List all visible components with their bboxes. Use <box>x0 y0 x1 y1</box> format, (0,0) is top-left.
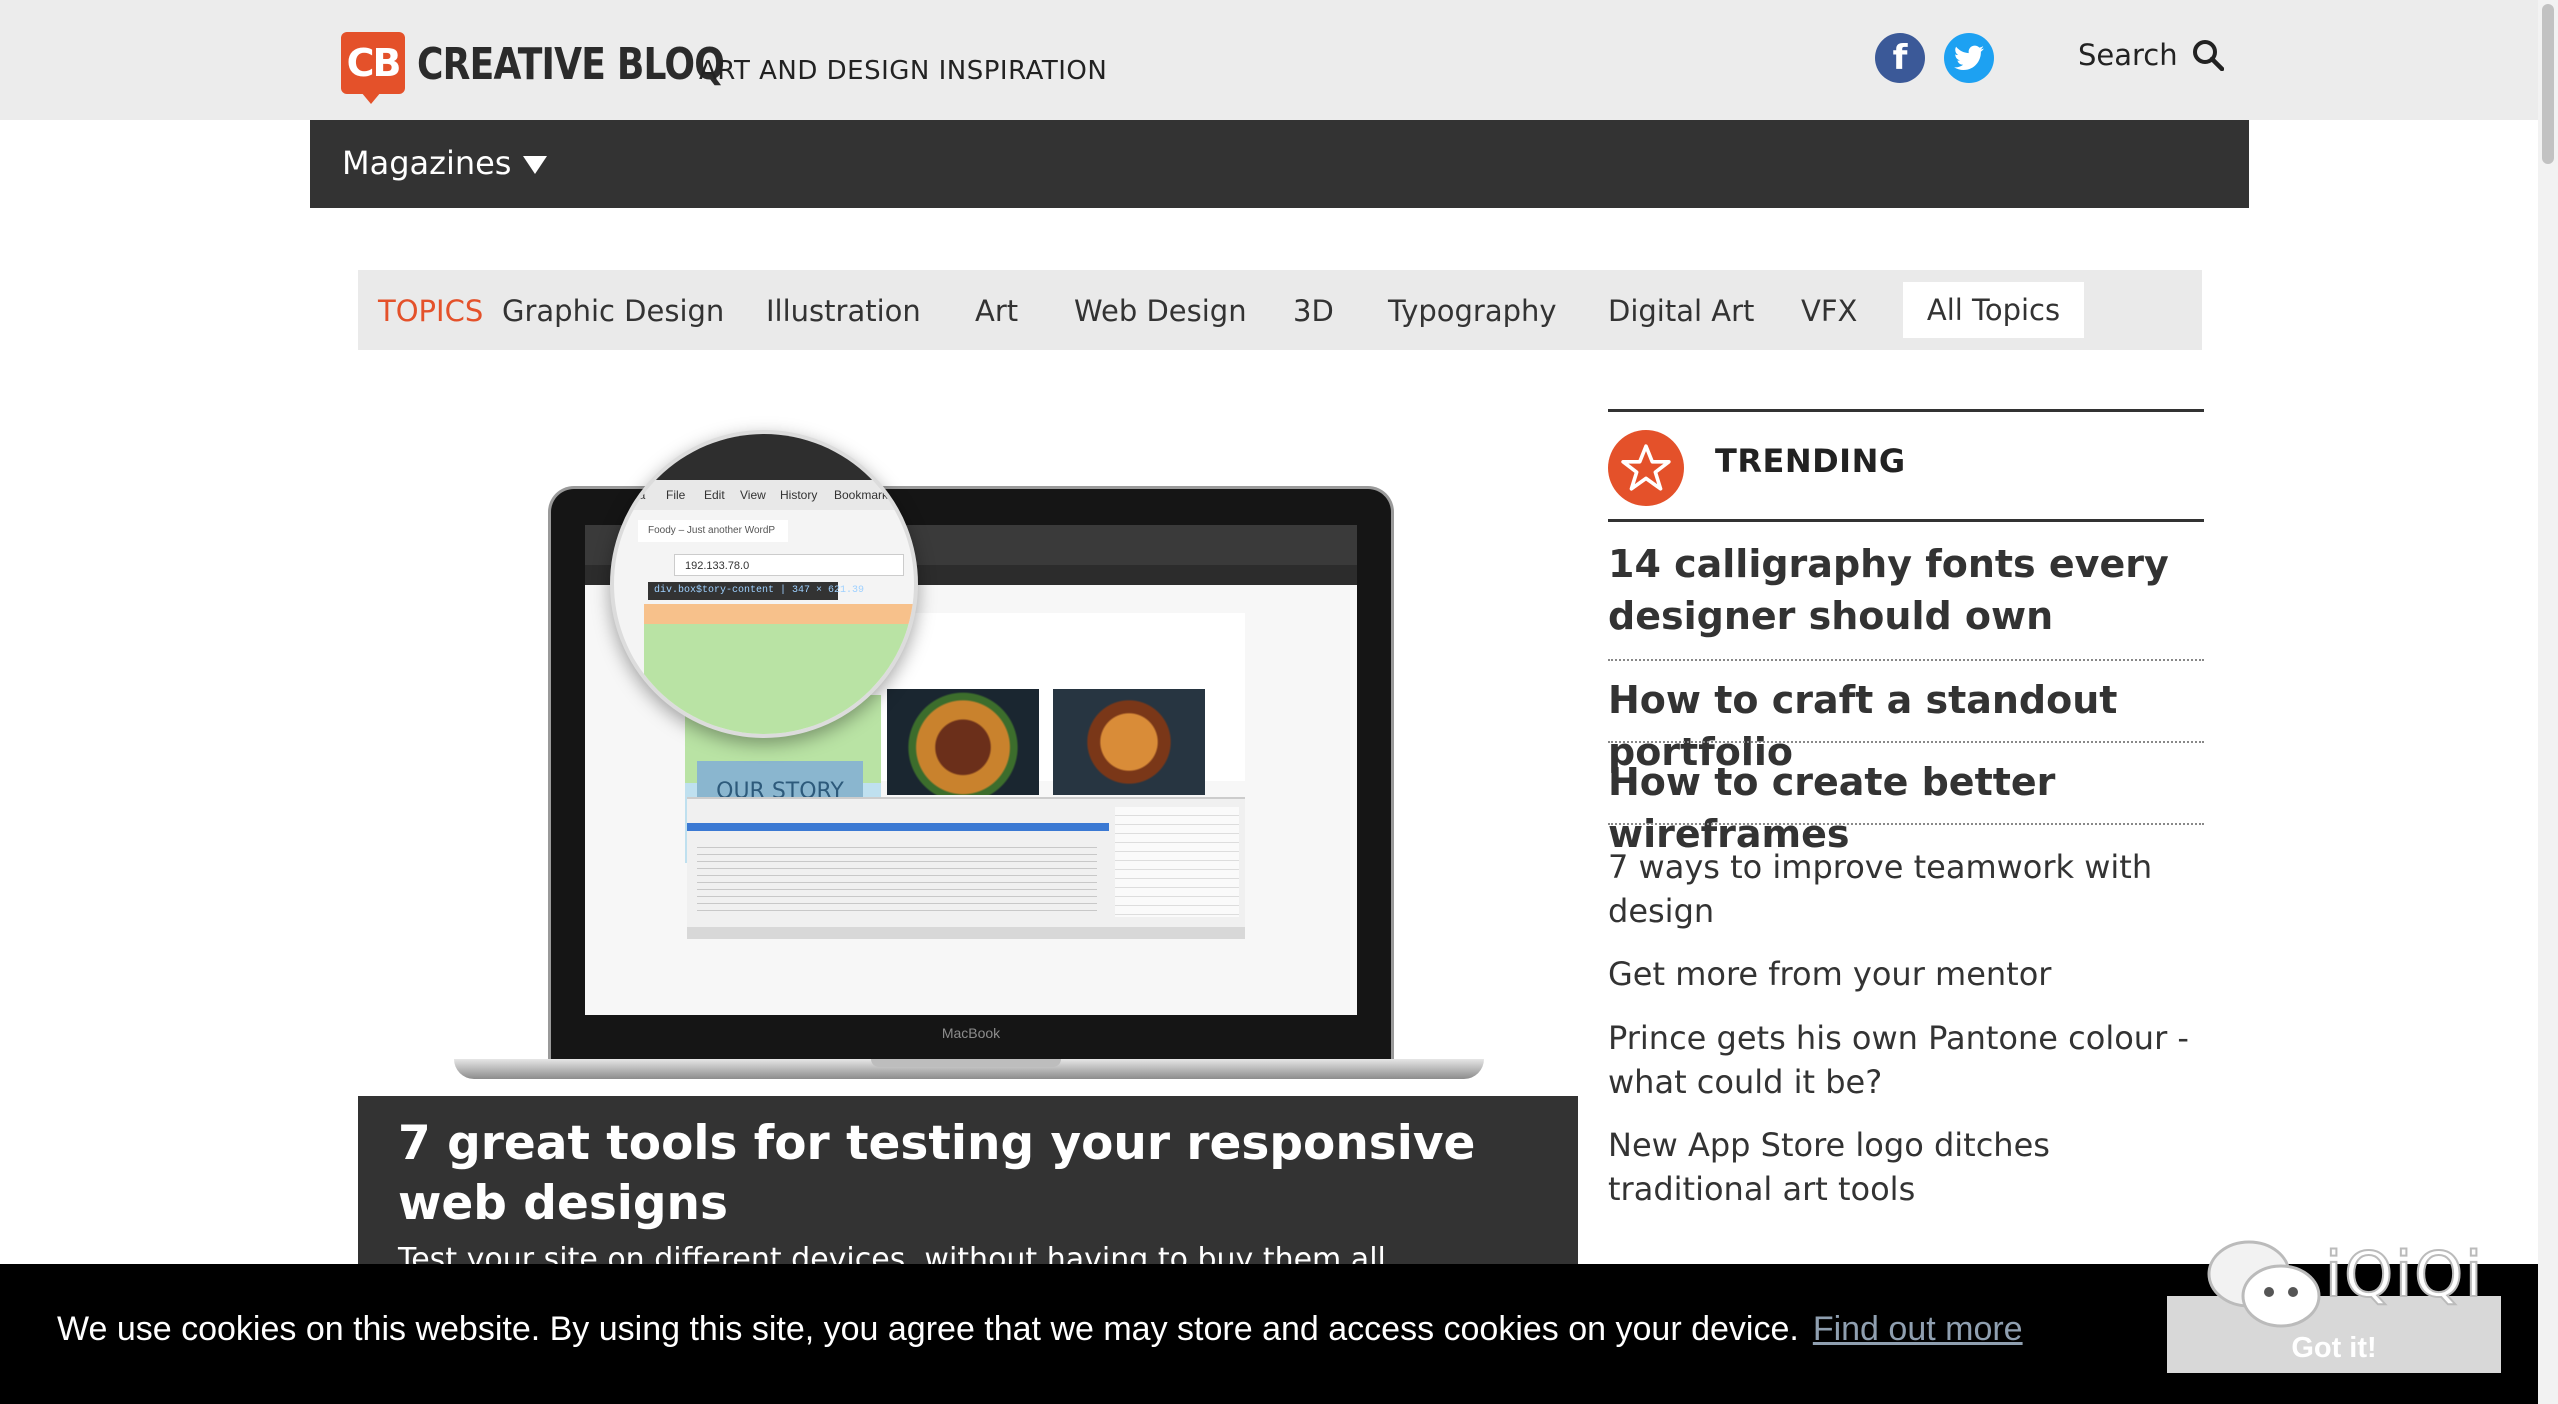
topics-label: TOPICS <box>378 294 484 328</box>
facebook-icon[interactable]: f <box>1875 33 1925 83</box>
hero-image[interactable]: OUR STORY MacBook era File Edit View His… <box>358 400 1578 1100</box>
trending-link-6[interactable]: Prince gets his own Pantone colour - wha… <box>1608 1016 2208 1104</box>
topic-art[interactable]: Art <box>975 294 1018 328</box>
trending-link-5[interactable]: Get more from your mentor <box>1608 952 2208 996</box>
watermark-text: iQiQi <box>2324 1237 2485 1312</box>
twitter-icon[interactable] <box>1944 33 1994 83</box>
all-topics-button[interactable]: All Topics <box>1903 282 2084 338</box>
logo-mark: CB <box>341 32 405 104</box>
search-button[interactable]: Search <box>2078 38 2224 72</box>
trending-link-7[interactable]: New App Store logo ditches traditional a… <box>1608 1123 2208 1211</box>
search-label: Search <box>2078 38 2178 72</box>
cookie-message: We use cookies on this website. By using… <box>57 1310 2023 1349</box>
site-tagline: ART AND DESIGN INSPIRATION <box>699 56 1108 86</box>
magnifier-zoom: era File Edit View History Bookmarks Foo… <box>610 430 918 738</box>
screen-pasta-photo <box>1053 689 1205 795</box>
star-icon <box>1608 430 1684 506</box>
screen-devtools-code <box>697 841 1097 911</box>
laptop-notch <box>871 1059 1061 1067</box>
zoom-element-tag: div.box$tory-content | 347 × 621.39 <box>648 582 864 600</box>
zoom-dark-bar <box>614 434 914 480</box>
zoom-menu-item: era <box>628 488 646 502</box>
screen-devtools-breadcrumb <box>687 927 1245 939</box>
cookie-message-text: We use cookies on this website. By using… <box>57 1310 1799 1348</box>
magazines-bar: Magazines <box>310 120 2249 208</box>
zoom-padding-highlight <box>644 604 914 624</box>
dropdown-triangle-icon <box>523 156 548 174</box>
topics-bar: TOPICS Graphic Design Illustration Art W… <box>358 270 2202 350</box>
screen-devtools-styles <box>1115 807 1239 917</box>
trending-link-4[interactable]: 7 ways to improve teamwork with design <box>1608 845 2208 933</box>
topic-web-design[interactable]: Web Design <box>1074 294 1247 328</box>
find-out-more-link[interactable]: Find out more <box>1813 1310 2023 1348</box>
chat-bubbles-icon <box>2207 1240 2321 1328</box>
topic-illustration[interactable]: Illustration <box>766 294 921 328</box>
zoom-menu-item: File <box>666 488 686 502</box>
twitter-bird-glyph <box>1954 45 1984 70</box>
trending-divider <box>1608 823 2204 825</box>
zoom-menu-item: Bookmarks <box>834 488 895 502</box>
trending-heading: TRENDING <box>1715 442 1906 480</box>
search-icon <box>2192 40 2224 71</box>
screen-devtools-selected-row <box>687 823 1109 831</box>
topic-vfx[interactable]: VFX <box>1801 294 1857 328</box>
star-glyph <box>1621 444 1671 491</box>
page-scrollbar[interactable] <box>2538 0 2558 1404</box>
macbook-label: MacBook <box>941 1025 1001 1041</box>
scrollbar-thumb[interactable] <box>2542 4 2554 164</box>
topic-graphic-design[interactable]: Graphic Design <box>502 294 724 328</box>
trending-top-rule <box>1608 409 2204 412</box>
site-header: CB CREATIVE BLOQ ART AND DESIGN INSPIRAT… <box>0 0 2558 120</box>
magazines-menu[interactable]: Magazines <box>342 144 548 182</box>
zoom-box-highlight <box>644 624 914 734</box>
topic-typography[interactable]: Typography <box>1388 294 1557 328</box>
hero-title[interactable]: 7 great tools for testing your responsiv… <box>398 1114 1548 1234</box>
logo-wordmark: CREATIVE BLOQ <box>417 39 725 90</box>
trending-divider <box>1608 659 2204 661</box>
cookie-banner: We use cookies on this website. By using… <box>0 1264 2558 1404</box>
zoom-menu-bar: era File Edit View History Bookmarks <box>614 480 914 510</box>
zoom-menu-item: Edit <box>704 488 725 502</box>
topic-3d[interactable]: 3D <box>1293 294 1334 328</box>
trending-link-1[interactable]: 14 calligraphy fonts every designer shou… <box>1608 538 2208 642</box>
zoom-browser-tab: Foody – Just another WordP <box>638 520 788 542</box>
facebook-glyph: f <box>1892 38 1908 78</box>
watermark: iQiQi <box>2205 1237 2495 1334</box>
magazines-label: Magazines <box>342 144 512 182</box>
zoom-url-field: 192.133.78.0 <box>674 554 904 576</box>
zoom-menu-item: View <box>740 488 766 502</box>
topic-digital-art[interactable]: Digital Art <box>1608 294 1754 328</box>
trending-rule <box>1608 519 2204 522</box>
trending-divider <box>1608 741 2204 743</box>
zoom-menu-item: History <box>780 488 818 502</box>
